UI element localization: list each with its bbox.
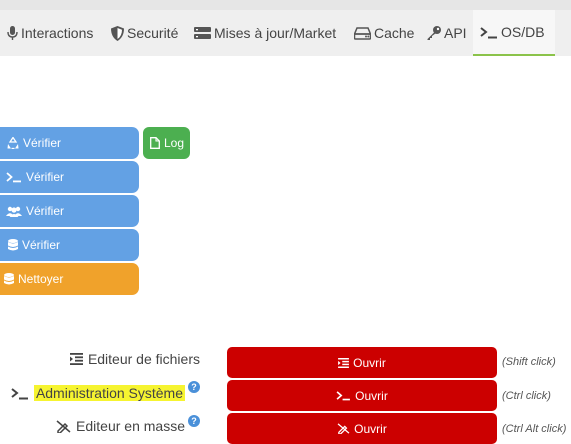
file-icon bbox=[150, 137, 160, 149]
row-label-text: Administration Système bbox=[33, 385, 185, 401]
tab-api[interactable]: API bbox=[427, 10, 467, 56]
database-icon bbox=[8, 239, 18, 251]
indent-list-icon bbox=[69, 353, 83, 365]
verify-button-users[interactable]: Vérifier bbox=[0, 195, 139, 227]
tab-securite[interactable]: Securité bbox=[111, 10, 178, 56]
open-label: Ouvrir bbox=[355, 388, 388, 403]
tab-label: API bbox=[444, 25, 467, 41]
open-label: Ouvrir bbox=[354, 421, 387, 436]
recycle-icon bbox=[7, 137, 19, 149]
tab-label: Interactions bbox=[21, 25, 94, 41]
verify-button-database[interactable]: Vérifier bbox=[0, 229, 139, 261]
shield-icon bbox=[111, 25, 124, 41]
microphone-icon bbox=[7, 25, 18, 41]
verify-label: Vérifier bbox=[22, 238, 61, 252]
hard-drive-icon bbox=[354, 26, 371, 40]
open-system-admin-button[interactable]: Ouvrir bbox=[227, 380, 497, 411]
verify-button-recycle[interactable]: Vérifier bbox=[0, 127, 139, 159]
shortcut-hint: (Ctrl Alt click) bbox=[502, 423, 567, 435]
top-strip bbox=[0, 0, 571, 10]
shortcut-hint: (Ctrl click) bbox=[502, 390, 551, 402]
tab-mises-a-jour[interactable]: Mises à jour/Market bbox=[194, 10, 336, 56]
terminal-icon bbox=[11, 387, 29, 400]
verify-label: Vérifier bbox=[26, 204, 65, 218]
database-icon bbox=[4, 273, 14, 285]
open-mass-editor-button[interactable]: Ouvrir bbox=[227, 413, 497, 444]
open-file-editor-button[interactable]: Ouvrir bbox=[227, 347, 497, 378]
tab-label: Mises à jour/Market bbox=[214, 25, 337, 41]
verify-button-terminal[interactable]: Vérifier bbox=[0, 161, 139, 193]
pencil-slash-icon bbox=[56, 419, 71, 433]
row-label-text: Editeur de fichiers bbox=[87, 351, 200, 367]
clean-label: Nettoyer bbox=[18, 272, 64, 286]
terminal-icon bbox=[336, 390, 351, 401]
tab-label: Cache bbox=[374, 25, 415, 41]
users-icon bbox=[6, 206, 22, 217]
tab-bar: Interactions Securité Mises à jour/Marke… bbox=[0, 10, 571, 56]
row-label-text: Editeur en masse bbox=[76, 418, 185, 434]
tab-label: Securité bbox=[127, 25, 179, 41]
verify-label: Vérifier bbox=[23, 136, 62, 150]
pencil-slash-icon bbox=[337, 423, 350, 434]
tab-os-db[interactable]: OS/DB bbox=[473, 10, 555, 56]
clean-button[interactable]: Nettoyer bbox=[0, 263, 139, 295]
help-icon[interactable]: ? bbox=[188, 415, 200, 427]
help-icon[interactable]: ? bbox=[188, 381, 200, 393]
server-icon bbox=[194, 26, 211, 40]
terminal-icon bbox=[480, 26, 498, 39]
indent-list-icon bbox=[338, 357, 350, 368]
log-button[interactable]: Log bbox=[143, 127, 190, 159]
verify-label: Vérifier bbox=[26, 170, 65, 184]
log-label: Log bbox=[164, 136, 185, 150]
row-label-system-admin: Administration Système bbox=[11, 378, 185, 408]
row-label-file-editor: Editeur de fichiers bbox=[69, 344, 200, 374]
terminal-icon bbox=[6, 171, 22, 183]
tab-cache[interactable]: Cache bbox=[354, 10, 414, 56]
tab-interactions[interactable]: Interactions bbox=[7, 10, 93, 56]
shortcut-hint: (Shift click) bbox=[502, 356, 556, 368]
key-icon bbox=[427, 26, 441, 40]
row-label-mass-editor: Editeur en masse bbox=[56, 411, 185, 441]
tab-label: OS/DB bbox=[501, 24, 545, 40]
open-label: Ouvrir bbox=[353, 355, 386, 370]
